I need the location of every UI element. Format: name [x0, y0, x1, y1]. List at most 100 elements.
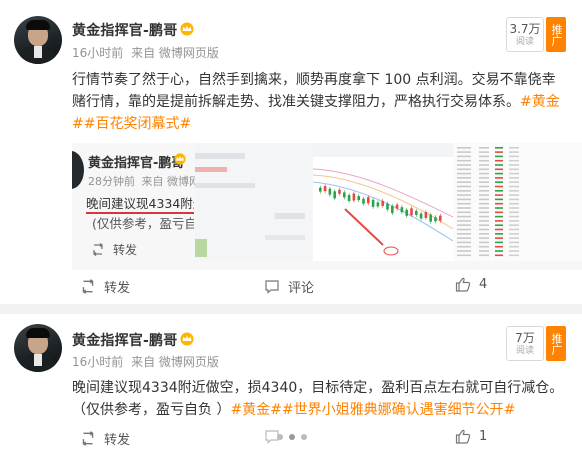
quote-row-mark: [479, 164, 489, 166]
quote-row-mark: [509, 237, 519, 239]
quote-row-mark: [457, 245, 471, 248]
quote-row-mark: [495, 181, 503, 183]
quote-row-mark: [509, 224, 519, 226]
quote-row-mark: [479, 172, 489, 175]
quoted-author[interactable]: 黄金指挥官-鹏哥: [88, 152, 184, 171]
vip-crown-icon: [174, 153, 186, 165]
quote-row-mark: [457, 159, 471, 162]
quote-row-mark: [495, 233, 503, 235]
quote-row-mark: [509, 194, 519, 196]
like-count: 1: [479, 429, 488, 444]
loading-dot: [301, 434, 307, 440]
quote-row-mark: [509, 228, 519, 231]
quote-list-thumbnail[interactable]: [453, 143, 582, 261]
post-text: 晚间建议现4334附近做空，损4340，目标待定，盈利百点左右就可自行减仓。 （…: [72, 377, 572, 421]
hashtag-link[interactable]: #黄金##世界小姐雅典娜确认遇害细节公开#: [230, 402, 515, 418]
vip-crown-icon: [180, 332, 194, 346]
quote-row-mark: [479, 254, 489, 257]
quoted-avatar[interactable]: [72, 151, 84, 189]
quote-row-mark: [457, 254, 471, 257]
repost-icon: [93, 243, 103, 256]
quote-row-mark: [457, 190, 471, 192]
quote-row-mark: [457, 233, 471, 235]
like-count: 4: [479, 277, 488, 292]
quote-row-mark: [457, 147, 471, 149]
quote-row-mark: [495, 202, 503, 205]
candle: [371, 199, 375, 207]
quote-row-mark: [495, 194, 503, 196]
promote-button[interactable]: 推广: [546, 326, 566, 361]
quote-row-mark: [495, 155, 503, 158]
quote-row-mark: [479, 151, 489, 153]
post-time[interactable]: 16小时前: [72, 46, 123, 60]
quoted-repost-button[interactable]: 转发: [91, 241, 137, 258]
comment-icon: [265, 280, 279, 294]
loading-dot: [289, 434, 295, 440]
quote-row-mark: [479, 198, 489, 201]
comment-button[interactable]: 评论: [264, 277, 314, 296]
post-time[interactable]: 16小时前: [72, 355, 123, 369]
quote-row-mark: [457, 224, 471, 226]
post-text: 行情节奏了然于心，自然手到擒来，顺势再度拿下 100 点利润。交易不靠侥幸赌行情…: [72, 69, 560, 135]
author-avatar[interactable]: [14, 16, 62, 64]
thumbs-up-icon: [455, 277, 471, 292]
repost-label: 转发: [104, 433, 131, 448]
candle: [352, 193, 356, 201]
candle: [405, 209, 408, 216]
quote-row-mark: [457, 198, 471, 201]
quote-row-mark: [509, 172, 519, 175]
read-count: 7万: [515, 331, 535, 345]
candle: [381, 200, 384, 206]
candle: [424, 212, 428, 218]
quote-row-mark: [495, 224, 503, 226]
quote-row-mark: [479, 211, 489, 214]
quote-row-mark: [509, 164, 519, 166]
repost-icon: [82, 279, 94, 294]
read-count: 3.7万: [509, 22, 541, 36]
quote-row-mark: [509, 233, 519, 235]
quote-row-mark: [479, 194, 489, 196]
quote-row-mark: [457, 185, 471, 188]
quote-row-mark: [479, 168, 489, 171]
trend-arrow: [344, 208, 384, 246]
chart-thumbnail[interactable]: [313, 143, 453, 261]
repost-label: 转发: [104, 281, 131, 296]
quote-row-mark: [509, 151, 519, 153]
post-source: 来自 微博网页版: [131, 46, 219, 60]
post-meta: 16小时前 来自 微博网页版: [72, 353, 219, 370]
quote-row-mark: [495, 254, 503, 257]
like-button[interactable]: 4: [455, 277, 487, 292]
quote-row-mark: [479, 190, 489, 192]
post-body: 行情节奏了然于心，自然手到擒来，顺势再度拿下 100 点利润。交易不靠侥幸赌行情…: [72, 72, 556, 110]
author-name[interactable]: 黄金指挥官-鹏哥: [72, 330, 177, 350]
repost-button[interactable]: 转发: [80, 429, 130, 448]
quote-row-mark: [457, 155, 471, 158]
quote-row-mark: [479, 228, 489, 231]
quote-row-mark: [479, 237, 489, 239]
quote-row-mark: [479, 241, 489, 244]
quote-row-mark: [479, 177, 489, 179]
read-count-box: 7万 阅读: [506, 326, 544, 361]
vip-crown-icon: [180, 22, 194, 36]
author-avatar[interactable]: [14, 324, 62, 372]
candle: [328, 188, 332, 195]
promote-button[interactable]: 推广: [546, 17, 566, 52]
quote-row-mark: [479, 207, 489, 209]
like-button[interactable]: 1: [455, 429, 487, 444]
candle: [386, 203, 389, 210]
quoted-repost-label: 转发: [113, 243, 138, 257]
quoted-time[interactable]: 28分钟前: [88, 175, 135, 188]
quoted-post[interactable]: 黄金指挥官-鹏哥 28分钟前 来自 微博网页版 晚间建议现4334附近 (仅供参…: [72, 143, 582, 270]
quote-row-mark: [457, 211, 471, 214]
screenshot-thumbnail[interactable]: [195, 143, 313, 261]
repost-button[interactable]: 转发: [80, 277, 130, 296]
candle: [319, 187, 322, 192]
quote-row-mark: [495, 177, 503, 179]
quote-row-mark: [479, 181, 489, 183]
moving-average-line: [313, 181, 453, 242]
quote-row-mark: [457, 168, 471, 171]
quote-row-mark: [509, 207, 519, 209]
quote-row-mark: [457, 207, 471, 209]
author-name[interactable]: 黄金指挥官-鹏哥: [72, 20, 177, 40]
quote-row-mark: [509, 250, 519, 252]
